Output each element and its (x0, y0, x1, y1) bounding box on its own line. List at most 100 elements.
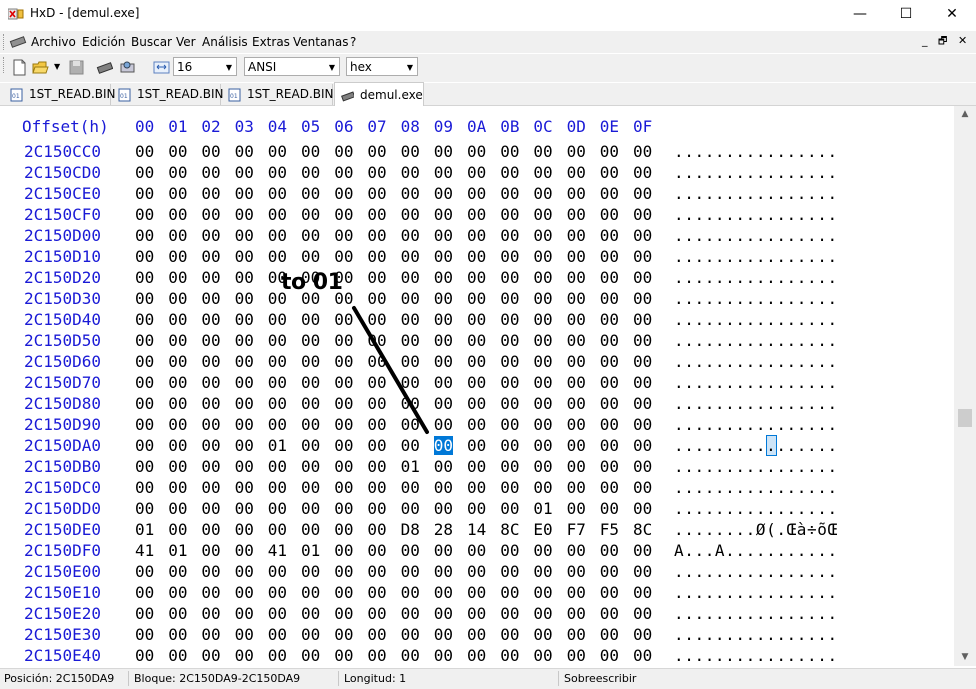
byte-cell[interactable]: 00 (401, 436, 420, 455)
byte-cell[interactable]: 00 (334, 373, 353, 392)
byte-cell[interactable]: 00 (168, 562, 187, 581)
byte-cell[interactable]: 00 (533, 310, 552, 329)
byte-cell[interactable]: 00 (633, 352, 652, 371)
byte-cell[interactable]: 00 (533, 394, 552, 413)
byte-cell[interactable]: 00 (367, 583, 386, 602)
byte-cell[interactable]: 00 (500, 205, 519, 224)
byte-cell[interactable]: 00 (500, 562, 519, 581)
byte-cell[interactable]: 00 (301, 226, 320, 245)
byte-cell[interactable]: 00 (235, 394, 254, 413)
byte-cell[interactable]: 00 (401, 646, 420, 665)
byte-cell[interactable]: 00 (168, 142, 187, 161)
byte-cell[interactable]: 00 (633, 562, 652, 581)
byte-cell[interactable]: 00 (401, 604, 420, 623)
hex-editor-view[interactable]: 2C150CC0 00 00 00 00 00 00 00 00 00 00 00 00 00 00 00 00… (0, 106, 954, 666)
hex-row[interactable]: 2C150D60 00 00 00 00 00 00 00 00 00 00 00 00 00 00 00 00… (0, 352, 954, 373)
offset-base-select[interactable]: hex ▼ (346, 57, 418, 76)
hex-row[interactable]: 2C150DC0 00 00 00 00 00 00 00 00 00 00 00 00 00 00 00 00… (0, 478, 954, 499)
byte-cell[interactable]: 00 (533, 436, 552, 455)
byte-cell[interactable]: 00 (567, 562, 586, 581)
byte-cell[interactable]: 00 (301, 352, 320, 371)
byte-cell[interactable]: 00 (401, 331, 420, 350)
byte-cell[interactable]: 00 (201, 457, 220, 476)
byte-cell[interactable]: 00 (334, 541, 353, 560)
byte-cell[interactable]: 00 (301, 394, 320, 413)
byte-cell[interactable]: 00 (235, 541, 254, 560)
byte-cell[interactable]: 00 (633, 205, 652, 224)
byte-cell[interactable]: 00 (500, 583, 519, 602)
byte-cell[interactable]: 00 (500, 142, 519, 161)
byte-cell[interactable]: 00 (500, 499, 519, 518)
byte-cell[interactable]: 00 (567, 394, 586, 413)
byte-cell[interactable]: 00 (235, 205, 254, 224)
byte-cell[interactable]: 00 (268, 310, 287, 329)
byte-cell[interactable]: 00 (567, 499, 586, 518)
byte-cell[interactable]: 00 (434, 478, 453, 497)
byte-cell[interactable]: 00 (467, 331, 486, 350)
ascii-text[interactable]: ................ (674, 142, 838, 161)
byte-cell[interactable]: 00 (500, 310, 519, 329)
minimize-button[interactable]: — (837, 0, 883, 28)
ram-chip-icon[interactable] (96, 59, 113, 76)
byte-cell[interactable]: 00 (135, 310, 154, 329)
byte-cell[interactable]: 00 (168, 310, 187, 329)
byte-cell[interactable]: 00 (367, 478, 386, 497)
byte-cell[interactable]: 00 (168, 163, 187, 182)
byte-cell[interactable]: 00 (168, 499, 187, 518)
hex-row[interactable]: 2C150D40 00 00 00 00 00 00 00 00 00 00 00 00 00 00 00 00… (0, 310, 954, 331)
menu-ventanas[interactable]: Ventanas (293, 35, 349, 49)
byte-cell[interactable]: 00 (567, 625, 586, 644)
byte-cell[interactable]: 00 (268, 142, 287, 161)
byte-cell[interactable]: 00 (168, 352, 187, 371)
byte-cell[interactable]: 00 (500, 457, 519, 476)
byte-cell[interactable]: 00 (301, 373, 320, 392)
tab-1st-read-bin[interactable]: 01 1ST_READ.BIN (4, 84, 116, 105)
status-mode[interactable]: Sobreescribir (564, 672, 636, 685)
byte-cell[interactable]: 00 (268, 646, 287, 665)
byte-cell[interactable]: 00 (135, 583, 154, 602)
byte-cell[interactable]: 00 (334, 625, 353, 644)
hex-row[interactable]: 2C150CF0 00 00 00 00 00 00 00 00 00 00 00 00 00 00 00 00… (0, 205, 954, 226)
hex-row[interactable]: 2C150E30 00 00 00 00 00 00 00 00 00 00 00 00 00 00 00 00… (0, 625, 954, 646)
byte-cell[interactable]: 00 (334, 226, 353, 245)
byte-cell[interactable]: 00 (367, 163, 386, 182)
byte-cell[interactable]: 00 (135, 226, 154, 245)
byte-cell[interactable]: 00 (467, 352, 486, 371)
byte-cell[interactable]: 00 (334, 583, 353, 602)
close-button[interactable]: ✕ (929, 0, 975, 28)
byte-cell[interactable]: 00 (600, 583, 619, 602)
byte-cell[interactable]: 00 (500, 184, 519, 203)
byte-cell[interactable]: 01 (301, 541, 320, 560)
byte-cell[interactable]: 00 (633, 478, 652, 497)
byte-cell[interactable]: 00 (600, 541, 619, 560)
byte-cell[interactable]: 00 (201, 541, 220, 560)
byte-cell[interactable]: 00 (434, 352, 453, 371)
byte-cell[interactable]: 00 (168, 436, 187, 455)
byte-cell[interactable]: 00 (633, 184, 652, 203)
byte-cell[interactable]: 8C (633, 520, 652, 539)
byte-cell[interactable]: 00 (633, 331, 652, 350)
byte-cell[interactable]: 00 (567, 331, 586, 350)
byte-cell[interactable]: 00 (434, 583, 453, 602)
byte-cell[interactable]: 00 (600, 226, 619, 245)
byte-cell[interactable]: 00 (600, 604, 619, 623)
byte-cell[interactable]: 41 (135, 541, 154, 560)
hex-row[interactable]: 2C150D30 00 00 00 00 00 00 00 00 00 00 00 00 00 00 00 00… (0, 289, 954, 310)
byte-cell[interactable]: 00 (500, 373, 519, 392)
hex-row[interactable]: 2C150DA0 00 00 00 00 01 00 00 00 00 00 00 00 00 00 00 00… (0, 435, 954, 457)
byte-cell[interactable]: 00 (235, 604, 254, 623)
byte-cell[interactable]: 00 (201, 310, 220, 329)
byte-cell[interactable]: 00 (633, 373, 652, 392)
byte-cell[interactable]: 00 (600, 373, 619, 392)
byte-cell[interactable]: 00 (201, 604, 220, 623)
byte-cell[interactable]: 00 (301, 457, 320, 476)
byte-cell[interactable]: 00 (633, 289, 652, 308)
byte-cell[interactable]: 00 (467, 583, 486, 602)
byte-cell[interactable]: 00 (268, 625, 287, 644)
byte-cell[interactable]: 00 (434, 331, 453, 350)
byte-cell[interactable]: 00 (367, 415, 386, 434)
byte-cell[interactable]: 00 (367, 520, 386, 539)
byte-cell[interactable]: 00 (367, 268, 386, 287)
byte-cell[interactable]: 00 (467, 247, 486, 266)
byte-cell[interactable]: 00 (301, 625, 320, 644)
